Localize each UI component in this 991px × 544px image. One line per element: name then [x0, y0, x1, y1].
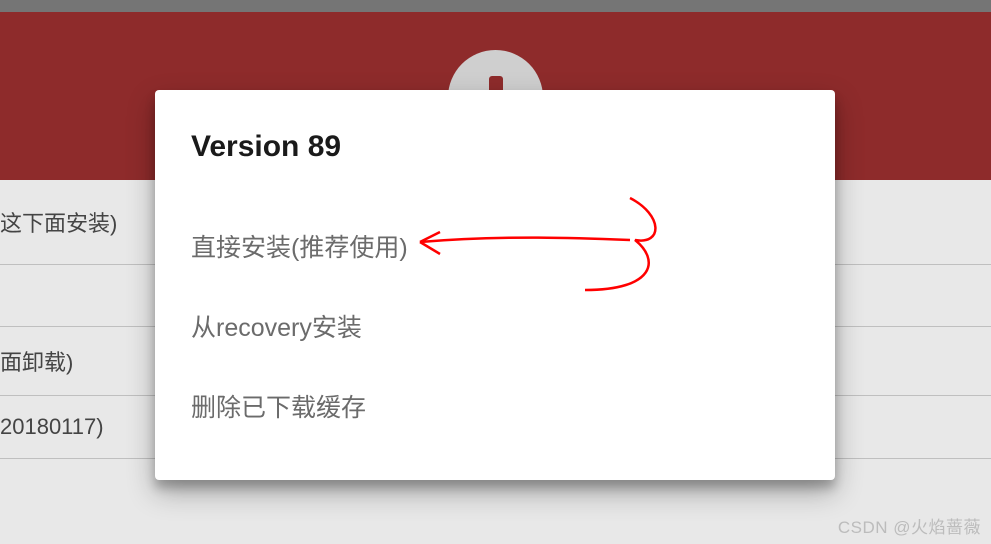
status-bar: [0, 0, 991, 12]
version-dialog: Version 89 直接安装(推荐使用) 从recovery安装 删除已下载缓…: [155, 90, 835, 480]
option-delete-cache[interactable]: 删除已下载缓存: [191, 366, 799, 446]
list-item-label: 这下面安装): [0, 211, 117, 236]
option-recovery-install[interactable]: 从recovery安装: [191, 286, 799, 366]
watermark: CSDN @火焰蔷薇: [838, 513, 981, 538]
option-direct-install[interactable]: 直接安装(推荐使用): [191, 206, 799, 286]
dialog-title: Version 89: [191, 130, 799, 164]
option-label: 删除已下载缓存: [191, 394, 366, 422]
list-item-label: 面卸载): [0, 350, 73, 375]
list-item-label: 20180117): [0, 414, 104, 439]
option-label: 直接安装(推荐使用): [191, 234, 408, 262]
option-label: 从recovery安装: [191, 314, 362, 342]
